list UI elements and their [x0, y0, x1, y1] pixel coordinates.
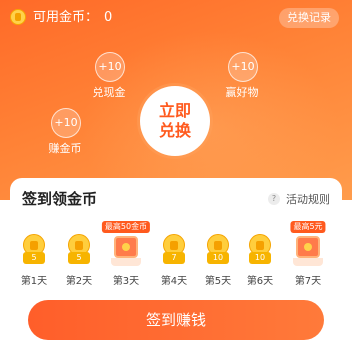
activity-rules-label: 活动规则 [286, 193, 330, 206]
day-coin-amount: 10 [249, 252, 271, 264]
gift-box-icon: 最高50金币 [101, 221, 151, 258]
day-label: 第3天 [112, 276, 140, 287]
redeem-line2: 兑换 [158, 121, 191, 140]
redeem-line1: 立即 [158, 101, 191, 120]
max-reward-badge: 最高50金币 [101, 221, 151, 233]
day-item[interactable]: 5 第1天 [14, 234, 54, 287]
signin-title: 签到领金币 [22, 190, 98, 208]
day-item[interactable]: 10 第6天 [240, 234, 280, 287]
balance-label: 可用金币： [33, 10, 99, 25]
day-label: 第7天 [294, 276, 322, 287]
day-coin-amount: 10 [207, 252, 229, 264]
day-label: 第1天 [20, 276, 48, 287]
sign-in-button[interactable]: 签到赚钱 [28, 300, 324, 340]
max-reward-badge: 最高5元 [290, 221, 326, 233]
day-item[interactable]: 最高50金币 第3天 [101, 221, 151, 287]
day-coin-amount: 7 [163, 252, 185, 264]
coin-icon [10, 9, 26, 25]
day-coin-amount: 5 [68, 252, 90, 264]
day-item[interactable]: 7 第4天 [154, 234, 194, 287]
earn-coins-bubble[interactable]: +10 [51, 108, 81, 138]
activity-rules-link[interactable]: ? 活动规则 [268, 191, 330, 207]
day-label: 第6天 [246, 276, 274, 287]
signin-card: 签到领金币 ? 活动规则 5 第1天 5 第2天 最高50金币 第3天 7 第4… [10, 178, 342, 351]
coin-balance: 可用金币： 0 [33, 9, 112, 26]
question-icon: ? [268, 193, 280, 205]
day-item[interactable]: 最高5元 第7天 [288, 221, 328, 287]
hero-banner: 可用金币： 0 兑换记录 +10 兑现金 +10 赢好物 +10 赚金币 立即 … [0, 0, 352, 200]
cash-reward-label: 兑现金 [92, 86, 126, 99]
day-label: 第2天 [65, 276, 93, 287]
day-item[interactable]: 10 第5天 [198, 234, 238, 287]
gift-box-icon: 最高5元 [290, 221, 326, 258]
goods-reward-bubble[interactable]: +10 [228, 52, 258, 82]
day-label: 第5天 [204, 276, 232, 287]
exchange-record-button[interactable]: 兑换记录 [279, 8, 339, 28]
earn-coins-label: 赚金币 [48, 142, 82, 155]
day-coin-amount: 5 [23, 252, 45, 264]
goods-reward-label: 赢好物 [225, 86, 259, 99]
cash-reward-bubble[interactable]: +10 [95, 52, 125, 82]
day-label: 第4天 [160, 276, 188, 287]
balance-value: 0 [104, 10, 113, 25]
redeem-now-button[interactable]: 立即 兑换 [140, 86, 210, 156]
day-item[interactable]: 5 第2天 [59, 234, 99, 287]
